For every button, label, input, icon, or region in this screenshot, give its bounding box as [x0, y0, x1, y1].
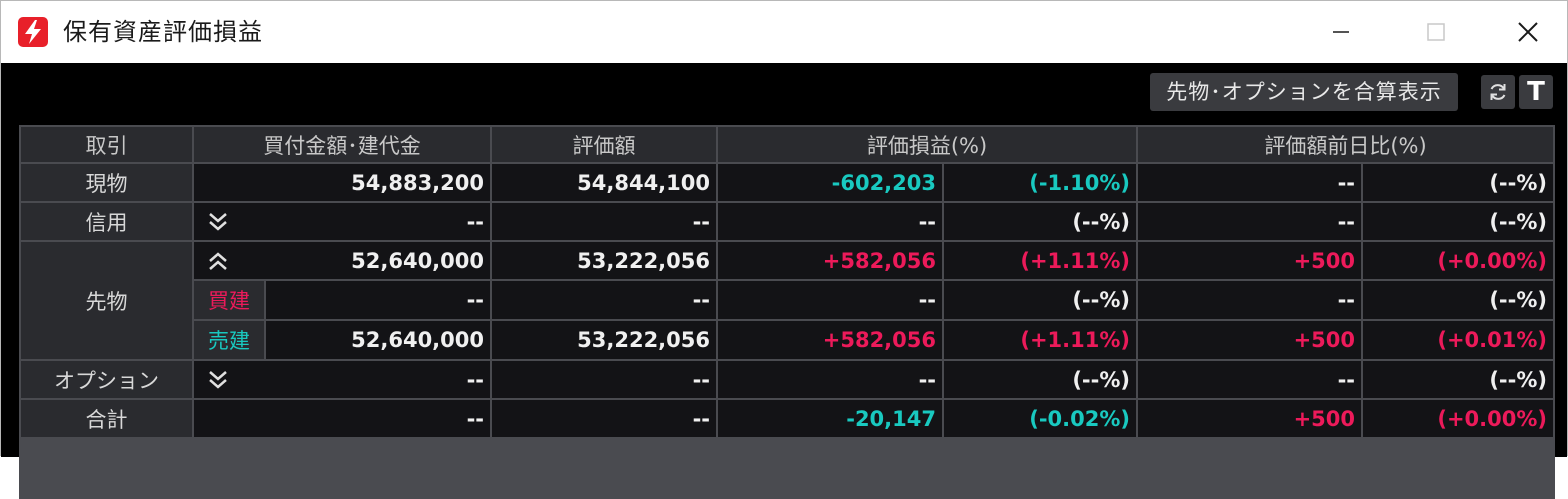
kaidate-day: --: [1138, 281, 1361, 319]
uridate-value: 53,222,056: [492, 321, 716, 359]
option-value: --: [492, 361, 716, 398]
row-label-total: 合計: [21, 400, 192, 437]
uridate-pl: +582,056: [718, 321, 942, 359]
header-valuation-pl: 評価損益(%): [718, 127, 1136, 162]
shinyo-day-pct: (--%): [1363, 203, 1553, 240]
uridate-day-pct: (+0.01%): [1363, 321, 1553, 359]
minimize-button[interactable]: [1296, 1, 1386, 63]
header-day-change: 評価額前日比(%): [1138, 127, 1553, 162]
uridate-pl-pct: (+1.11%): [944, 321, 1136, 359]
kaidate-pl: --: [718, 281, 942, 319]
window-title: 保有資産評価損益: [63, 18, 263, 46]
sakimono-day: +500: [1138, 242, 1361, 279]
minimize-icon: [1333, 31, 1349, 33]
total-day-pct: (+0.00%): [1363, 400, 1553, 437]
sakimono-pl: +582,056: [718, 242, 942, 279]
genbutsu-day: --: [1138, 164, 1361, 201]
header-purchase-amount: 買付金額･建代金: [194, 127, 490, 162]
sakimono-amount-cell: 52,640,000: [194, 242, 490, 279]
uridate-amount: 52,640,000: [266, 321, 490, 359]
sub-label-kaidate: 買建: [194, 281, 264, 319]
sub-label-uridate: 売建: [194, 321, 264, 359]
sakimono-day-pct: (+0.00%): [1363, 242, 1553, 279]
close-button[interactable]: [1483, 1, 1568, 63]
option-day: --: [1138, 361, 1361, 398]
sakimono-amount: 52,640,000: [351, 248, 484, 273]
shinyo-value: --: [492, 203, 716, 240]
header-trade: 取引: [21, 127, 192, 162]
option-pl-pct: (--%): [944, 361, 1136, 398]
kaidate-value: --: [492, 281, 716, 319]
genbutsu-pl: -602,203: [718, 164, 942, 201]
lightning-bolt-icon: [18, 17, 48, 47]
text-size-button[interactable]: T: [1519, 75, 1553, 109]
row-label-shinyo: 信用: [21, 203, 192, 240]
shinyo-pl: --: [718, 203, 942, 240]
total-pl-pct: (-0.02%): [944, 400, 1136, 437]
combine-futures-options-button[interactable]: 先物･オプションを合算表示: [1150, 73, 1458, 111]
shinyo-pl-pct: (--%): [944, 203, 1136, 240]
row-label-sakimono: 先物: [21, 242, 192, 359]
expand-option-icon[interactable]: [206, 369, 230, 391]
shinyo-amount-cell: --: [194, 203, 490, 240]
asset-pl-table: 取引 買付金額･建代金 評価額 評価損益(%) 評価額前日比(%) 現物 54,…: [19, 125, 1555, 499]
maximize-button[interactable]: [1391, 1, 1481, 63]
shinyo-amount: --: [466, 209, 484, 234]
row-label-genbutsu: 現物: [21, 164, 192, 201]
kaidate-pl-pct: (--%): [944, 281, 1136, 319]
total-day: +500: [1138, 400, 1361, 437]
close-icon: [1518, 22, 1538, 42]
content-area: 先物･オプションを合算表示 T 取引 買付金額･建代金 評価額 評価損益(%) …: [1, 63, 1567, 499]
refresh-icon: [1490, 84, 1506, 100]
uridate-day: +500: [1138, 321, 1361, 359]
row-label-option: オプション: [21, 361, 192, 398]
sakimono-value: 53,222,056: [492, 242, 716, 279]
genbutsu-day-pct: (--%): [1363, 164, 1553, 201]
title-bar[interactable]: 保有資産評価損益: [1, 1, 1567, 63]
total-pl: -20,147: [718, 400, 942, 437]
genbutsu-amount: 54,883,200: [194, 164, 490, 201]
genbutsu-pl-pct: (-1.10%): [944, 164, 1136, 201]
option-amount-cell: --: [194, 361, 490, 398]
option-day-pct: (--%): [1363, 361, 1553, 398]
shinyo-day: --: [1138, 203, 1361, 240]
maximize-icon: [1427, 23, 1445, 41]
asset-pl-window: 保有資産評価損益 先物･オプションを合算表示 T 取引 買付金額･建代金 評価額: [0, 0, 1568, 499]
total-amount: --: [194, 400, 490, 437]
option-amount: --: [466, 367, 484, 392]
kaidate-amount: --: [266, 281, 490, 319]
header-valuation: 評価額: [492, 127, 716, 162]
kaidate-day-pct: (--%): [1363, 281, 1553, 319]
expand-shinyo-icon[interactable]: [206, 211, 230, 233]
refresh-button[interactable]: [1481, 75, 1515, 109]
genbutsu-value: 54,844,100: [492, 164, 716, 201]
collapse-sakimono-icon[interactable]: [206, 250, 230, 272]
sakimono-pl-pct: (+1.11%): [944, 242, 1136, 279]
total-value: --: [492, 400, 716, 437]
option-pl: --: [718, 361, 942, 398]
